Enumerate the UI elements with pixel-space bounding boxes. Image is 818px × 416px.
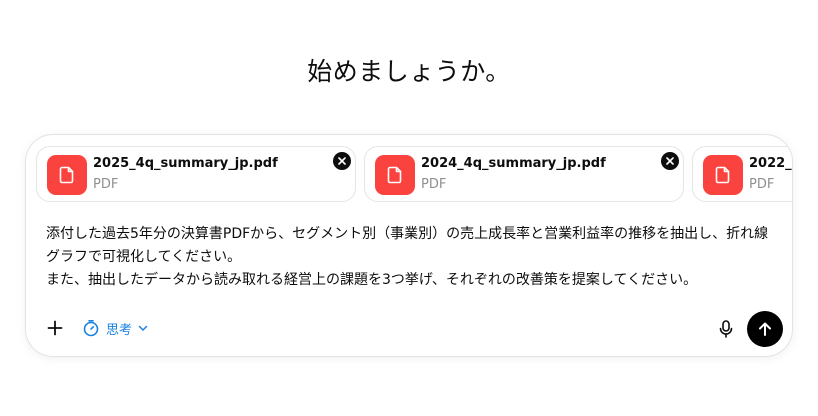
timer-icon [83, 320, 99, 337]
attachment-card[interactable]: 2022_4 PDF [692, 146, 792, 202]
voice-input-button[interactable] [716, 318, 736, 340]
mic-icon [719, 320, 733, 338]
attachment-filetype: PDF [93, 177, 119, 192]
chevron-down-icon [138, 325, 148, 331]
thinking-mode-button[interactable]: 思考 [82, 319, 148, 338]
chat-start-page: 始めましょうか。 2025_4q_summary_jp.pdf PDF 2024… [0, 0, 818, 416]
thinking-mode-label: 思考 [106, 322, 133, 338]
attachment-card[interactable]: 2024_4q_summary_jp.pdf PDF [364, 146, 684, 202]
attachment-filetype: PDF [421, 177, 447, 192]
close-icon [666, 157, 674, 165]
prompt-line: 添付した過去5年分の決算書PDFから、セグメント別（事業別）の売上成長率と営業利… [46, 226, 769, 265]
add-attachment-button[interactable] [44, 317, 66, 339]
remove-attachment-button[interactable] [333, 152, 351, 170]
attachment-strip: 2025_4q_summary_jp.pdf PDF 2024_4q_summa… [36, 146, 792, 202]
plus-icon [47, 320, 63, 336]
prompt-composer: 2025_4q_summary_jp.pdf PDF 2024_4q_summa… [25, 134, 793, 357]
remove-attachment-button[interactable] [661, 152, 679, 170]
prompt-textarea[interactable]: 添付した過去5年分の決算書PDFから、セグメント別（事業別）の売上成長率と営業利… [46, 223, 776, 292]
close-icon [338, 157, 346, 165]
file-icon [703, 155, 743, 195]
attachment-card[interactable]: 2025_4q_summary_jp.pdf PDF [36, 146, 356, 202]
file-icon [375, 155, 415, 195]
attachment-filename: 2025_4q_summary_jp.pdf [93, 156, 278, 171]
send-button[interactable] [747, 311, 783, 347]
attachment-filetype: PDF [749, 177, 775, 192]
attachment-filename: 2024_4q_summary_jp.pdf [421, 156, 606, 171]
arrow-up-icon [759, 322, 771, 336]
attachment-filename: 2022_4 [749, 156, 792, 171]
file-icon [47, 155, 87, 195]
composer-toolbar: 思考 [44, 317, 148, 339]
prompt-line: また、抽出したデータから読み取れる経営上の課題を3つ挙げ、それぞれの改善策を提案… [46, 272, 698, 288]
page-title: 始めましょうか。 [307, 57, 511, 86]
